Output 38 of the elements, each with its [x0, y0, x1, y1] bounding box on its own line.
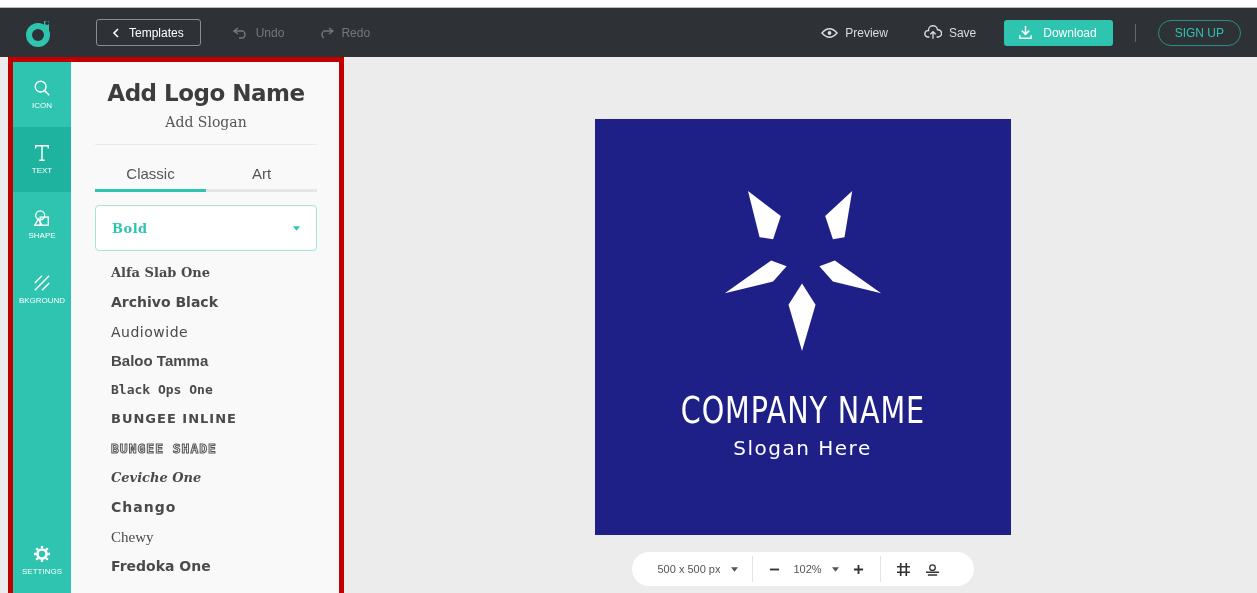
- caret-icon: [831, 566, 839, 572]
- plus-icon: [852, 563, 864, 575]
- download-icon: [1018, 25, 1034, 40]
- slogan-here-text: Slogan Here: [733, 436, 872, 460]
- shapes-icon: [33, 209, 51, 227]
- caret-icon: [730, 566, 738, 572]
- align-bottom-icon: [925, 562, 939, 576]
- caret-icon: [293, 225, 300, 231]
- cloud-upload-icon: [923, 25, 942, 40]
- font-option[interactable]: Audiowide: [111, 323, 317, 353]
- templates-button[interactable]: Templates: [96, 19, 201, 46]
- font-option[interactable]: Chewy: [111, 528, 317, 558]
- gear-icon: [33, 545, 51, 563]
- font-option[interactable]: Chango: [111, 499, 317, 529]
- preview-button[interactable]: Preview: [813, 25, 896, 40]
- font-option[interactable]: Baloo Tamma: [111, 352, 317, 383]
- search-icon: [33, 79, 51, 97]
- zoom-dropdown[interactable]: 102%: [787, 554, 845, 584]
- grid-icon: [896, 562, 910, 576]
- hatch-icon: [33, 274, 51, 292]
- font-option[interactable]: BUNGEE INLINE: [111, 411, 317, 441]
- canvas-size-dropdown[interactable]: 500 x 500 px: [651, 554, 744, 584]
- text-t-icon: [33, 144, 51, 162]
- eye-icon: [821, 26, 839, 39]
- font-option[interactable]: Fredoka One: [111, 557, 317, 588]
- font-option[interactable]: Ceviche One: [111, 470, 317, 500]
- font-tab[interactable]: Classic: [95, 161, 206, 192]
- font-option[interactable]: Alfa Slab One: [111, 265, 317, 295]
- font-option[interactable]: Archivo Black: [111, 294, 317, 324]
- save-button[interactable]: Save: [915, 25, 985, 40]
- font-tab[interactable]: Art: [206, 161, 317, 192]
- logo-name-text[interactable]: Add Logo Name: [95, 80, 317, 106]
- chevron-left-icon: [111, 27, 121, 38]
- redo-icon: [318, 26, 335, 39]
- company-name-text: COMPANY NAME: [680, 389, 925, 432]
- slogan-text[interactable]: Add Slogan: [95, 114, 317, 130]
- undo-icon: [232, 26, 249, 39]
- font-option[interactable]: Black Ops One: [111, 382, 317, 412]
